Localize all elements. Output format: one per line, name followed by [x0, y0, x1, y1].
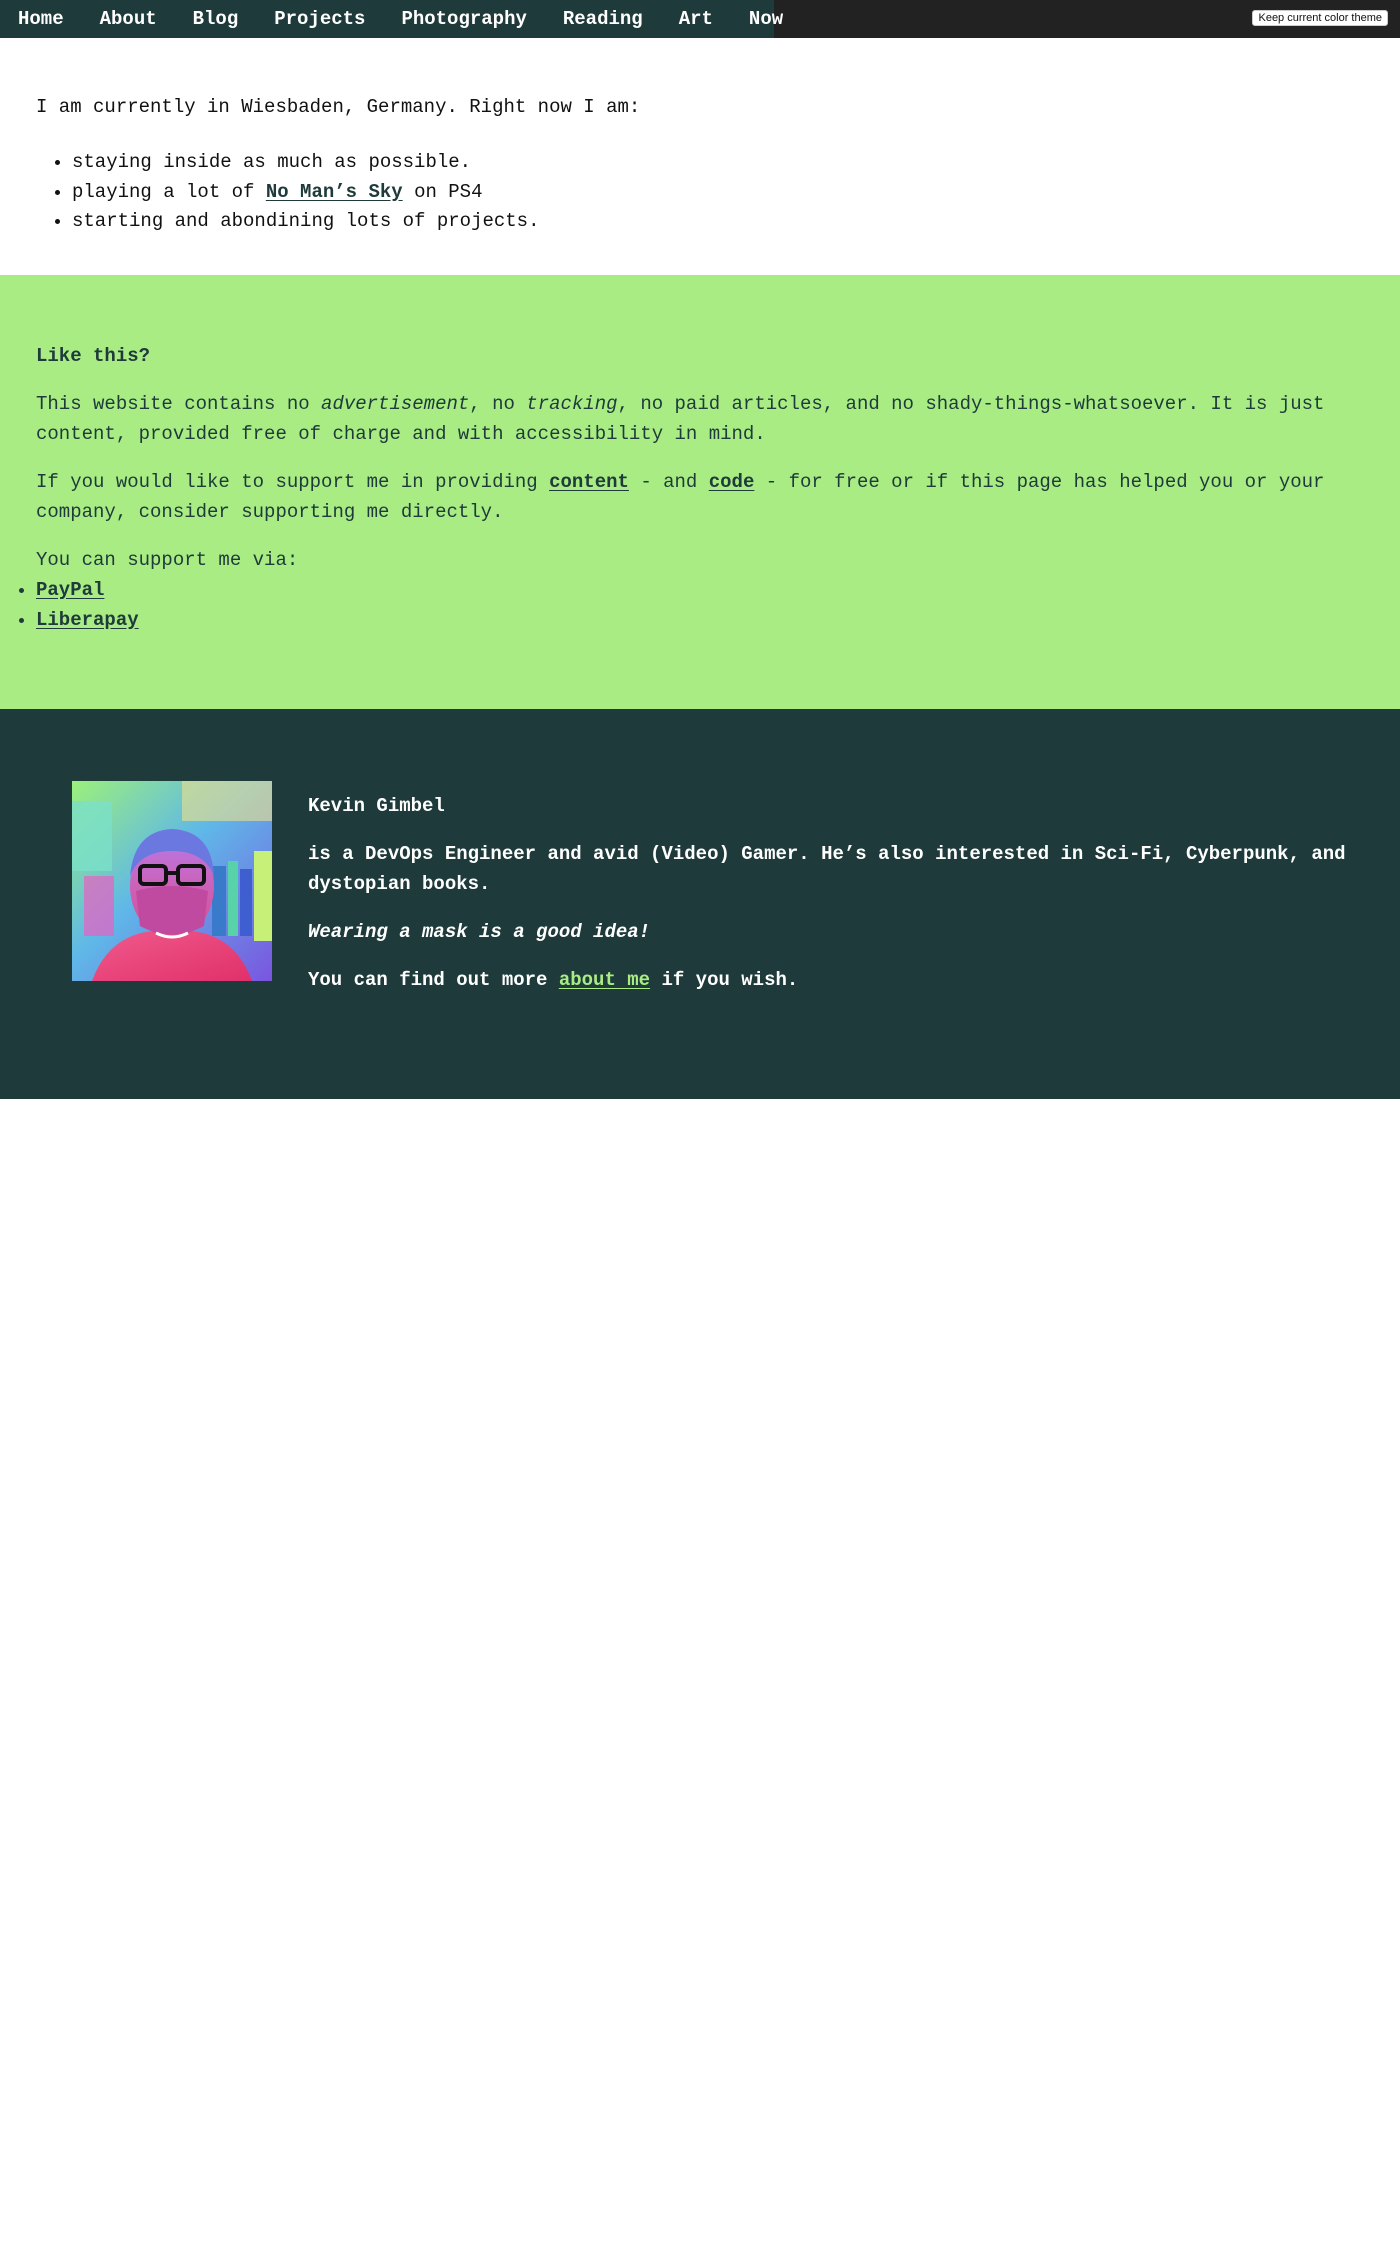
now-item-starting: starting and abondining lots of projects… — [72, 207, 1364, 237]
author-section: Kevin Gimbel is a DevOps Engineer and av… — [0, 708, 1400, 1099]
about-me-link[interactable]: about me — [559, 969, 650, 991]
liberapay-link[interactable]: Liberapay — [36, 609, 139, 631]
support-links-list: PayPal Liberapay — [36, 575, 1364, 635]
keep-theme-button[interactable]: Keep current color theme — [1252, 10, 1388, 26]
now-intro: I am currently in Wiesbaden, Germany. Ri… — [36, 96, 641, 118]
support-p2-text-a: If you would like to support me in provi… — [36, 470, 550, 493]
support-heading: Like this? — [36, 344, 151, 367]
support-p2-text-b: - and — [628, 470, 709, 493]
support-paragraph-1: This website contains no advertisement, … — [36, 389, 1364, 449]
content-link[interactable]: content — [549, 471, 629, 493]
author-name: Kevin Gimbel — [308, 794, 445, 817]
author-role-bold: is a DevOps Engineer and avid (Video) Ga… — [308, 842, 810, 865]
now-item-playing: playing a lot of No Man’s Sky on PS4 — [72, 178, 1364, 208]
support-via: You can support me via: — [36, 548, 299, 571]
nav-art[interactable]: Art — [661, 0, 731, 38]
main-nav: Home About Blog Projects Photography Rea… — [0, 0, 783, 38]
author-text: Kevin Gimbel is a DevOps Engineer and av… — [308, 791, 1348, 1013]
nav-projects[interactable]: Projects — [256, 0, 383, 38]
support-paragraph-2: If you would like to support me in provi… — [36, 467, 1364, 527]
author-more-prefix: You can find out more — [308, 968, 559, 991]
support-p1-advertisement: advertisement — [321, 392, 470, 415]
nav-photography[interactable]: Photography — [383, 0, 544, 38]
author-more-suffix: if you wish. — [650, 968, 799, 991]
no-mans-sky-link[interactable]: No Man’s Sky — [266, 181, 403, 203]
nav-about[interactable]: About — [82, 0, 175, 38]
now-item-staying: staying inside as much as possible. — [72, 148, 1364, 178]
support-link-item: PayPal — [36, 575, 1364, 605]
paypal-link[interactable]: PayPal — [36, 579, 104, 601]
nav-blog[interactable]: Blog — [175, 0, 257, 38]
nav-reading[interactable]: Reading — [545, 0, 661, 38]
support-section: Like this? This website contains no adve… — [0, 274, 1400, 709]
now-section: I am currently in Wiesbaden, Germany. Ri… — [0, 38, 1400, 275]
author-more: You can find out more about me if you wi… — [308, 965, 1348, 995]
now-list: staying inside as much as possible. play… — [36, 148, 1364, 237]
now-playing-prefix: playing a lot of — [72, 180, 266, 203]
author-avatar — [72, 780, 272, 981]
author-mask-note: Wearing a mask is a good idea! — [308, 920, 651, 943]
top-bar: Home About Blog Projects Photography Rea… — [0, 0, 1400, 38]
support-p1-tracking: tracking — [526, 392, 618, 415]
author-role: is a DevOps Engineer and avid (Video) Ga… — [308, 839, 1348, 899]
support-p1-text-b: , no — [469, 392, 527, 415]
nav-now[interactable]: Now — [731, 0, 801, 38]
support-p1-text-a: This website contains no — [36, 392, 322, 415]
code-link[interactable]: code — [709, 471, 755, 493]
support-link-item: Liberapay — [36, 605, 1364, 635]
nav-home[interactable]: Home — [0, 0, 82, 38]
now-playing-suffix: on PS4 — [402, 180, 483, 203]
